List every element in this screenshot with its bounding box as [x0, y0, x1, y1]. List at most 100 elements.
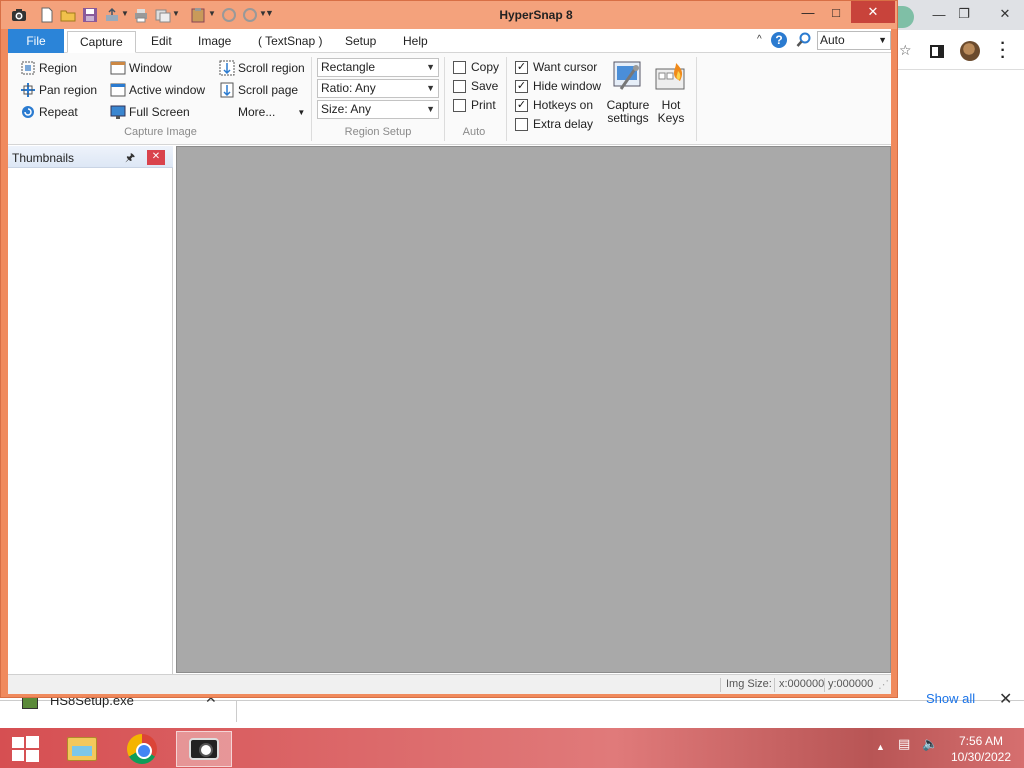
chevron-down-icon: ▼	[426, 83, 435, 93]
auto-print-checkbox[interactable]: Print	[453, 96, 496, 114]
file-explorer-taskbar-button[interactable]	[54, 731, 110, 767]
more-capture-button[interactable]: More... ▼	[238, 103, 305, 121]
profile-avatar[interactable]	[960, 41, 980, 61]
pan-region-button[interactable]: Pan region	[20, 81, 97, 99]
y-coordinate: y:000000	[828, 678, 874, 690]
collapse-ribbon-icon[interactable]: ^	[757, 34, 762, 45]
group-separator	[311, 57, 312, 141]
region-shape-select[interactable]: Rectangle ▼	[317, 58, 439, 77]
scroll-page-button[interactable]: Scroll page	[219, 81, 298, 99]
status-separator	[720, 678, 721, 692]
kebab-menu-icon[interactable]: · · ·	[998, 36, 1008, 66]
thumbnails-title: Thumbnails	[12, 151, 75, 165]
hide-window-check: ✓	[515, 79, 528, 93]
region-setup-group-label: Region Setup	[344, 126, 412, 138]
clock-date: 10/30/2022	[950, 750, 1012, 764]
auto-copy-checkbox[interactable]: Copy	[453, 58, 499, 76]
region-ratio-value: Ratio: Any	[321, 81, 376, 95]
chrome-taskbar-button[interactable]	[114, 731, 170, 767]
full-screen-label: Full Screen	[129, 105, 190, 119]
auto-group-label: Auto	[462, 126, 486, 138]
auto-save-checkbox[interactable]: Save	[453, 77, 498, 95]
active-window-label: Active window	[129, 83, 206, 97]
tab-textsnap[interactable]: ( TextSnap )	[246, 31, 334, 53]
close-panel-icon[interactable]: ✕	[147, 150, 165, 165]
auto-copy-label: Copy	[471, 60, 500, 74]
region-ratio-select[interactable]: Ratio: Any ▼	[317, 79, 439, 98]
pin-icon[interactable]: 🖈	[125, 149, 135, 168]
status-bar: Img Size: x:000000 y:000000 ⋰	[8, 674, 891, 694]
pan-region-icon	[21, 83, 35, 97]
hypersnap-client-area: File Capture Edit Image ( TextSnap ) Set…	[8, 29, 891, 694]
hotkeys-on-label: Hotkeys on	[533, 98, 594, 112]
img-size-label: Img Size:	[726, 678, 772, 690]
bookmark-star-icon[interactable]: ☆	[899, 42, 912, 59]
region-icon	[21, 61, 35, 75]
extra-delay-checkbox[interactable]: Extra delay	[515, 115, 593, 133]
help-icon[interactable]: ?	[771, 32, 787, 48]
image-canvas[interactable]	[176, 146, 891, 673]
repeat-button[interactable]: Repeat	[20, 103, 78, 121]
tab-image[interactable]: Image	[186, 31, 243, 53]
resize-grip-icon[interactable]: ⋰	[878, 678, 889, 691]
tab-capture[interactable]: Capture	[67, 31, 136, 53]
show-all-link[interactable]: Show all	[926, 691, 975, 706]
region-size-select[interactable]: Size: Any ▼	[317, 100, 439, 119]
volume-icon[interactable]: 🔈	[922, 736, 938, 752]
maximize-icon[interactable]: □	[819, 1, 853, 23]
clock-time: 7:56 AM	[958, 734, 1004, 748]
capture-settings-icon	[613, 61, 641, 90]
want-cursor-checkbox[interactable]: ✓ Want cursor	[515, 58, 597, 76]
download-bar-close-icon[interactable]: ✕	[999, 689, 1012, 709]
full-screen-button[interactable]: Full Screen	[110, 103, 190, 121]
show-hidden-icons-icon[interactable]: ▲	[876, 742, 885, 752]
status-separator	[774, 678, 775, 692]
scroll-region-button[interactable]: Scroll region	[219, 59, 305, 77]
more-label: More...	[238, 105, 276, 119]
active-window-button[interactable]: Active window	[110, 81, 205, 99]
chrome-icon	[127, 734, 157, 764]
auto-print-check	[453, 98, 466, 112]
hide-window-checkbox[interactable]: ✓ Hide window	[515, 77, 601, 95]
chevron-down-icon: ▼	[426, 62, 435, 72]
region-size-value: Size: Any	[321, 102, 372, 116]
hypersnap-taskbar-button[interactable]	[176, 731, 232, 767]
hypersnap-titlebar: ▼ ▼ ▼ ▼ ▼ HyperSnap 8 — □ ✕	[1, 1, 897, 29]
system-clock[interactable]: 7:56 AM 10/30/2022	[948, 733, 1014, 765]
region-button[interactable]: Region	[20, 59, 77, 77]
status-separator	[824, 678, 825, 692]
x-coordinate: x:000000	[779, 678, 825, 690]
capture-image-group-label: Capture Image	[124, 126, 197, 138]
extra-delay-check	[515, 117, 528, 131]
hypersnap-window: ▼ ▼ ▼ ▼ ▼ HyperSnap 8 — □ ✕ File Capture…	[0, 0, 898, 698]
capture-settings-line2: settings	[607, 111, 649, 125]
zoom-value: Auto	[820, 33, 845, 47]
close-icon[interactable]: ✕	[851, 1, 895, 23]
capture-settings-button[interactable]: Capture settings	[605, 59, 651, 125]
chevron-down-icon: ▼	[426, 104, 435, 114]
magnifier-icon[interactable]	[796, 32, 812, 48]
hot-keys-button[interactable]: Hot Keys	[654, 59, 688, 125]
scroll-region-icon	[219, 60, 235, 76]
region-shape-value: Rectangle	[321, 60, 376, 74]
tab-setup[interactable]: Setup	[333, 31, 388, 53]
network-icon[interactable]: ▤	[898, 736, 910, 752]
extra-delay-label: Extra delay	[533, 117, 594, 131]
side-panel-icon[interactable]	[930, 45, 944, 58]
tab-edit[interactable]: Edit	[139, 31, 184, 53]
auto-print-label: Print	[471, 98, 496, 112]
zoom-select[interactable]: Auto ▼	[817, 31, 891, 50]
tab-help[interactable]: Help	[391, 31, 440, 53]
hotkeys-on-checkbox[interactable]: ✓ Hotkeys on	[515, 96, 593, 114]
ribbon-tab-bar: File Capture Edit Image ( TextSnap ) Set…	[8, 29, 891, 53]
chevron-down-icon: ▼	[878, 35, 887, 45]
hypersnap-icon	[189, 738, 219, 760]
hotkeys-on-check: ✓	[515, 98, 528, 112]
window-button[interactable]: Window	[110, 59, 172, 77]
window-label: Window	[129, 61, 172, 75]
repeat-icon	[22, 106, 34, 118]
windows-start-icon[interactable]	[10, 736, 40, 762]
group-separator	[444, 57, 445, 141]
tab-file[interactable]: File	[8, 29, 64, 53]
file-explorer-icon	[67, 737, 97, 761]
